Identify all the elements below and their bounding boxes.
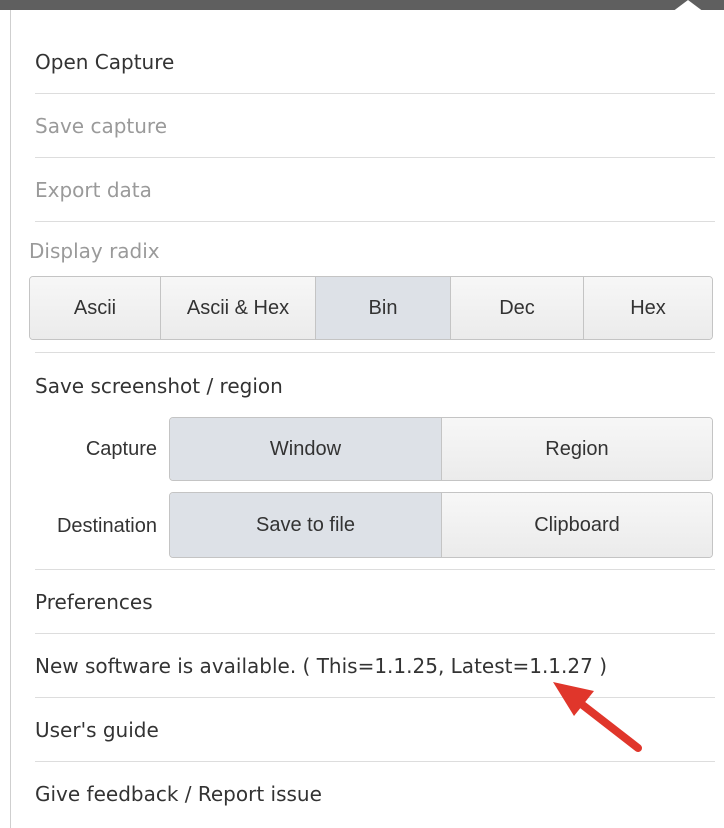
screenshot-section-title: Save screenshot / region bbox=[35, 374, 283, 398]
capture-window-button[interactable]: Window bbox=[170, 418, 442, 480]
open-capture-item[interactable]: Open Capture bbox=[35, 30, 715, 94]
feedback-item[interactable]: Give feedback / Report issue bbox=[35, 762, 715, 826]
radix-ascii-button[interactable]: Ascii bbox=[30, 277, 161, 339]
preferences-item[interactable]: Preferences bbox=[35, 570, 715, 634]
dropdown-menu: Open Capture Save capture Export data Di… bbox=[10, 10, 724, 828]
radix-segmented-control: Ascii Ascii & Hex Bin Dec Hex bbox=[29, 276, 713, 340]
destination-label: Destination bbox=[56, 515, 157, 537]
save-capture-item: Save capture bbox=[35, 94, 715, 158]
radix-ascii-hex-button[interactable]: Ascii & Hex bbox=[161, 277, 316, 339]
top-bar bbox=[0, 0, 724, 10]
radix-dec-button[interactable]: Dec bbox=[451, 277, 584, 339]
radix-hex-button[interactable]: Hex bbox=[584, 277, 712, 339]
users-guide-item[interactable]: User's guide bbox=[35, 698, 715, 762]
destination-clipboard-button[interactable]: Clipboard bbox=[442, 493, 712, 557]
capture-label: Capture bbox=[85, 438, 157, 460]
capture-region-button[interactable]: Region bbox=[442, 418, 712, 480]
destination-save-to-file-button[interactable]: Save to file bbox=[170, 493, 442, 557]
export-data-item: Export data bbox=[35, 158, 715, 222]
update-notice-item[interactable]: New software is available. ( This=1.1.25… bbox=[35, 634, 715, 698]
display-radix-label: Display radix bbox=[29, 239, 160, 263]
destination-segmented-control: Save to file Clipboard bbox=[169, 492, 713, 558]
divider bbox=[35, 352, 715, 353]
capture-segmented-control: Window Region bbox=[169, 417, 713, 481]
radix-bin-button[interactable]: Bin bbox=[316, 277, 451, 339]
